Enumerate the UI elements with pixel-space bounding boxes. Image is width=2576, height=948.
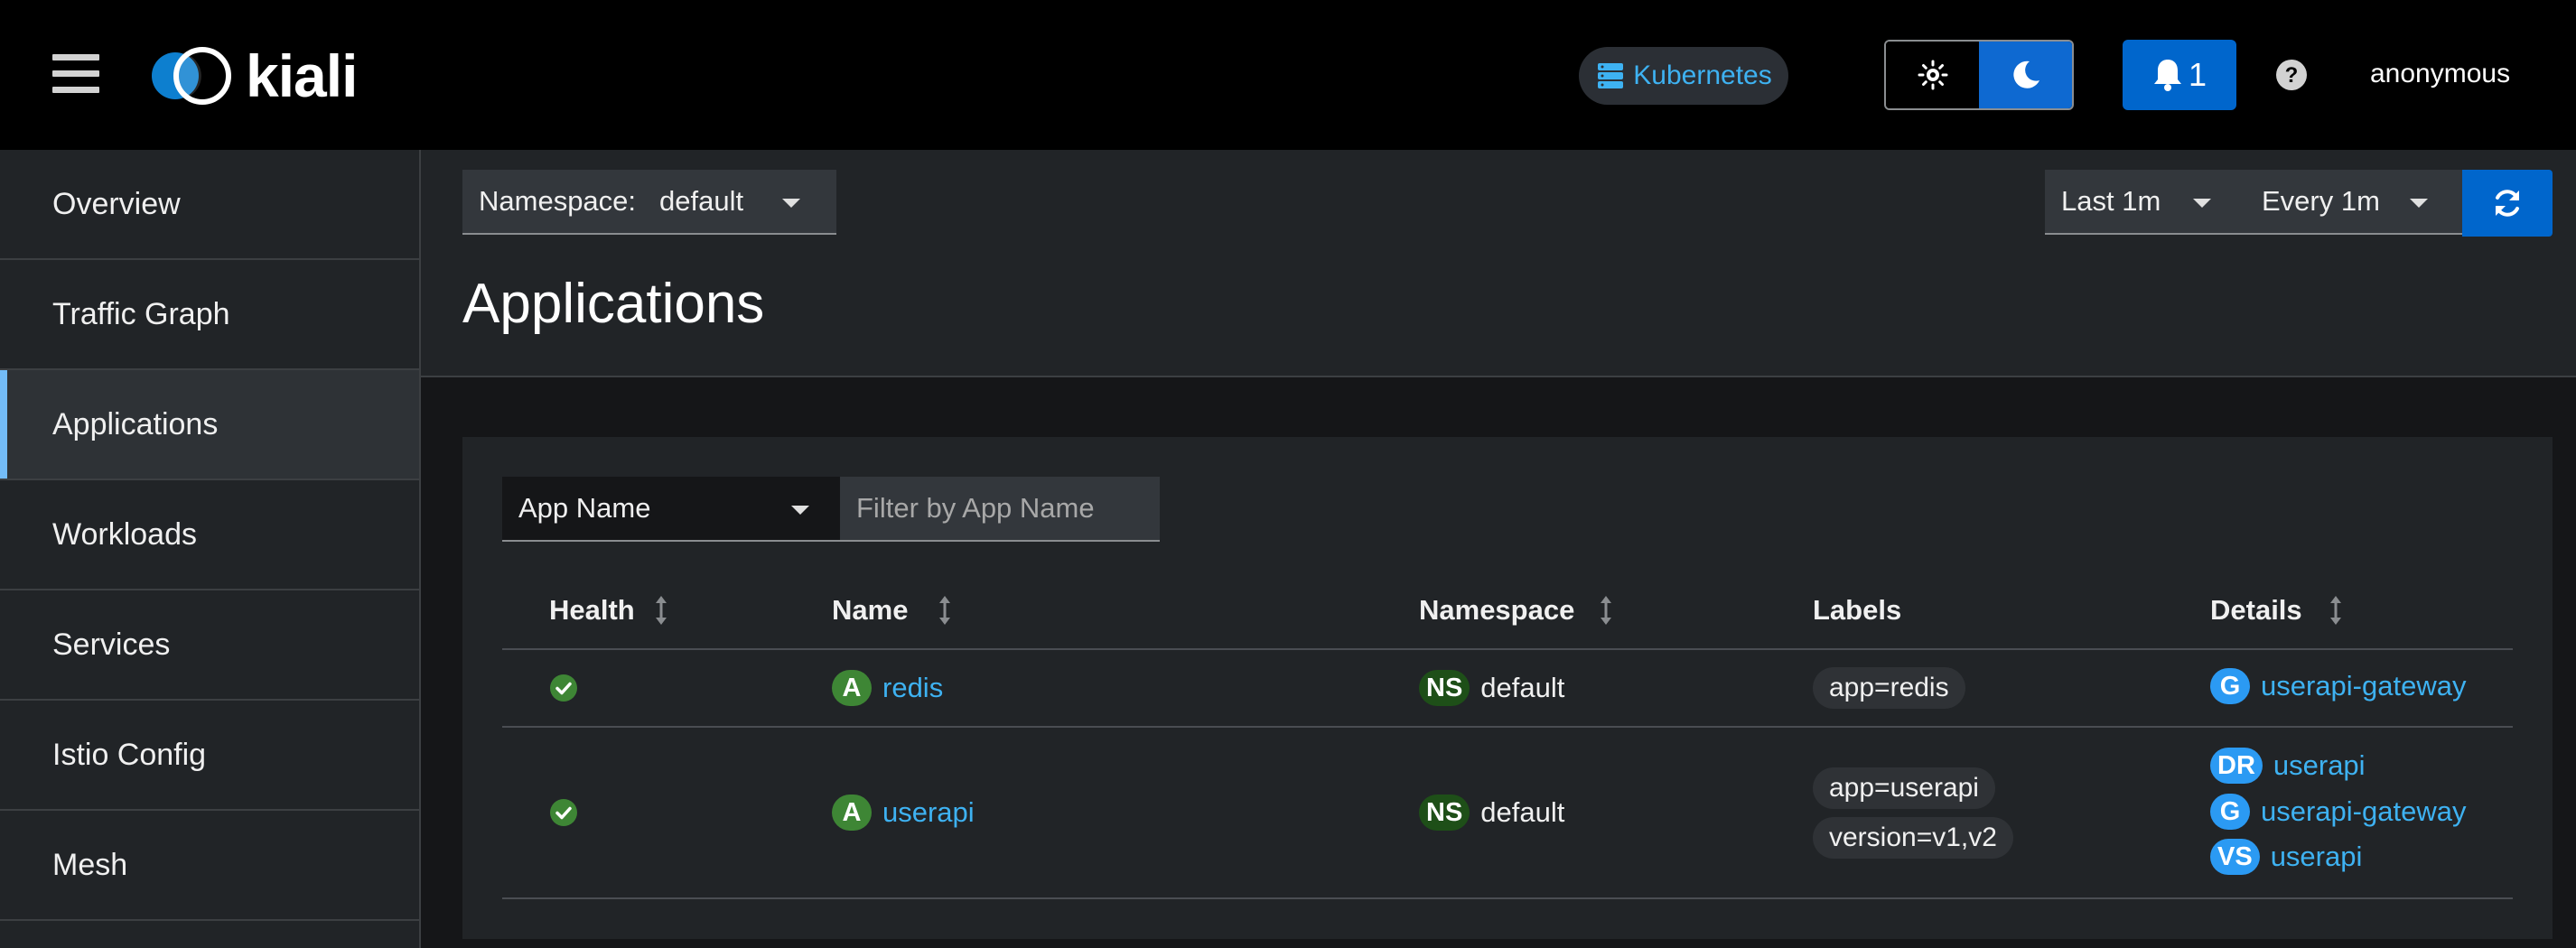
destination-rule-badge: DR bbox=[2210, 748, 2263, 784]
gateway-badge: G bbox=[2210, 668, 2250, 704]
sidebar-nav: Overview Traffic Graph Applications Work… bbox=[0, 150, 421, 948]
filter-input[interactable] bbox=[840, 477, 1160, 542]
bell-icon bbox=[2153, 60, 2181, 91]
namespace-label: Namespace: bbox=[479, 185, 637, 217]
time-range-dropdown[interactable]: Last 1m bbox=[2045, 170, 2245, 235]
virtual-service-badge: VS bbox=[2210, 839, 2260, 875]
sort-icon bbox=[655, 596, 667, 625]
detail-link[interactable]: userapi-gateway bbox=[2261, 794, 2466, 830]
column-header-label: Labels bbox=[1813, 594, 1902, 626]
caret-down-icon bbox=[2193, 199, 2211, 208]
sidebar-item-istio-config[interactable]: Istio Config bbox=[0, 701, 419, 811]
masthead: kiali Kubernetes 1 ? anonymous bbox=[0, 0, 2576, 150]
hamburger-menu-icon[interactable] bbox=[52, 54, 99, 94]
app-badge: A bbox=[832, 670, 872, 706]
row-divider bbox=[502, 897, 2513, 899]
detail-link[interactable]: userapi bbox=[2271, 839, 2363, 875]
sidebar-item-workloads[interactable]: Workloads bbox=[0, 480, 419, 590]
sidebar-item-mesh[interactable]: Mesh bbox=[0, 811, 419, 921]
table-header-divider bbox=[502, 648, 2513, 650]
namespace-value: default bbox=[659, 185, 744, 217]
detail-item: G userapi-gateway bbox=[2210, 668, 2466, 704]
sidebar-item-traffic-graph[interactable]: Traffic Graph bbox=[0, 260, 419, 370]
sort-icon bbox=[1601, 596, 1612, 625]
app-name: kiali bbox=[246, 42, 358, 109]
cluster-name: Kubernetes bbox=[1633, 60, 1772, 90]
app-link[interactable]: userapi bbox=[882, 795, 975, 831]
refresh-button[interactable] bbox=[2462, 170, 2553, 237]
caret-down-icon bbox=[782, 199, 800, 208]
namespace-cell: NS default bbox=[1419, 670, 1564, 706]
question-circle-icon[interactable]: ? bbox=[2274, 58, 2309, 92]
check-circle-icon[interactable] bbox=[550, 799, 577, 826]
namespace-cell: NS default bbox=[1419, 795, 1564, 831]
refresh-interval-value: Every 1m bbox=[2262, 185, 2380, 217]
namespace-badge: NS bbox=[1419, 670, 1470, 706]
time-range-value: Last 1m bbox=[2061, 185, 2161, 217]
column-header-labels: Labels bbox=[1813, 592, 1901, 628]
notification-count: 1 bbox=[2188, 56, 2207, 93]
label-chip: version=v1,v2 bbox=[1813, 817, 2013, 859]
theme-toggle bbox=[1884, 40, 2074, 110]
check-circle-icon[interactable] bbox=[550, 674, 577, 702]
column-header-label: Namespace bbox=[1419, 594, 1575, 626]
detail-link[interactable]: userapi-gateway bbox=[2261, 668, 2466, 704]
sync-icon bbox=[2496, 190, 2519, 217]
filter-type-value: App Name bbox=[518, 492, 651, 524]
column-header-label: Name bbox=[832, 594, 909, 626]
detail-link[interactable]: userapi bbox=[2273, 748, 2366, 784]
svg-text:?: ? bbox=[2285, 63, 2299, 88]
filter-type-dropdown[interactable]: App Name bbox=[502, 477, 840, 542]
refresh-interval-dropdown[interactable]: Every 1m bbox=[2245, 170, 2462, 235]
app-link[interactable]: redis bbox=[882, 670, 943, 706]
sidebar-item-services[interactable]: Services bbox=[0, 590, 419, 701]
detail-item: DR userapi bbox=[2210, 748, 2366, 784]
kiali-logo-icon bbox=[152, 47, 231, 105]
caret-down-icon bbox=[791, 506, 809, 515]
light-theme-button[interactable] bbox=[1886, 42, 1979, 108]
sort-icon bbox=[939, 596, 951, 625]
namespace-text: default bbox=[1480, 796, 1565, 828]
gateway-badge: G bbox=[2210, 794, 2250, 830]
page-title: Applications bbox=[462, 273, 765, 335]
app-name-cell: A redis bbox=[832, 670, 943, 706]
dark-theme-button[interactable] bbox=[1979, 42, 2072, 108]
kiali-logo[interactable]: kiali bbox=[146, 42, 358, 110]
detail-item: VS userapi bbox=[2210, 839, 2362, 875]
app-name-cell: A userapi bbox=[832, 795, 975, 831]
namespace-selector[interactable]: Namespace: default bbox=[462, 170, 836, 235]
label-chip: app=redis bbox=[1813, 667, 1965, 709]
cluster-badge: Kubernetes bbox=[1579, 47, 1788, 105]
label-chip: app=userapi bbox=[1813, 767, 1995, 809]
caret-down-icon bbox=[2410, 199, 2428, 208]
column-header-health[interactable]: Health bbox=[549, 592, 667, 628]
app-badge: A bbox=[832, 795, 872, 831]
sun-icon bbox=[1918, 60, 1947, 90]
column-header-name[interactable]: Name bbox=[832, 592, 951, 628]
sidebar-item-overview[interactable]: Overview bbox=[0, 150, 419, 260]
namespace-text: default bbox=[1480, 672, 1565, 703]
row-divider bbox=[502, 726, 2513, 728]
sidebar-item-applications[interactable]: Applications bbox=[0, 370, 419, 480]
column-header-namespace[interactable]: Namespace bbox=[1419, 592, 1612, 628]
notifications-button[interactable]: 1 bbox=[2123, 40, 2236, 110]
moon-icon bbox=[2012, 60, 2039, 88]
detail-item: G userapi-gateway bbox=[2210, 794, 2466, 830]
column-header-label: Health bbox=[549, 594, 635, 626]
sort-icon bbox=[2329, 596, 2341, 625]
user-menu[interactable]: anonymous bbox=[2370, 56, 2510, 92]
column-header-label: Details bbox=[2210, 594, 2302, 626]
server-icon bbox=[1598, 63, 1624, 88]
namespace-badge: NS bbox=[1419, 795, 1470, 831]
column-header-details[interactable]: Details bbox=[2210, 592, 2342, 628]
